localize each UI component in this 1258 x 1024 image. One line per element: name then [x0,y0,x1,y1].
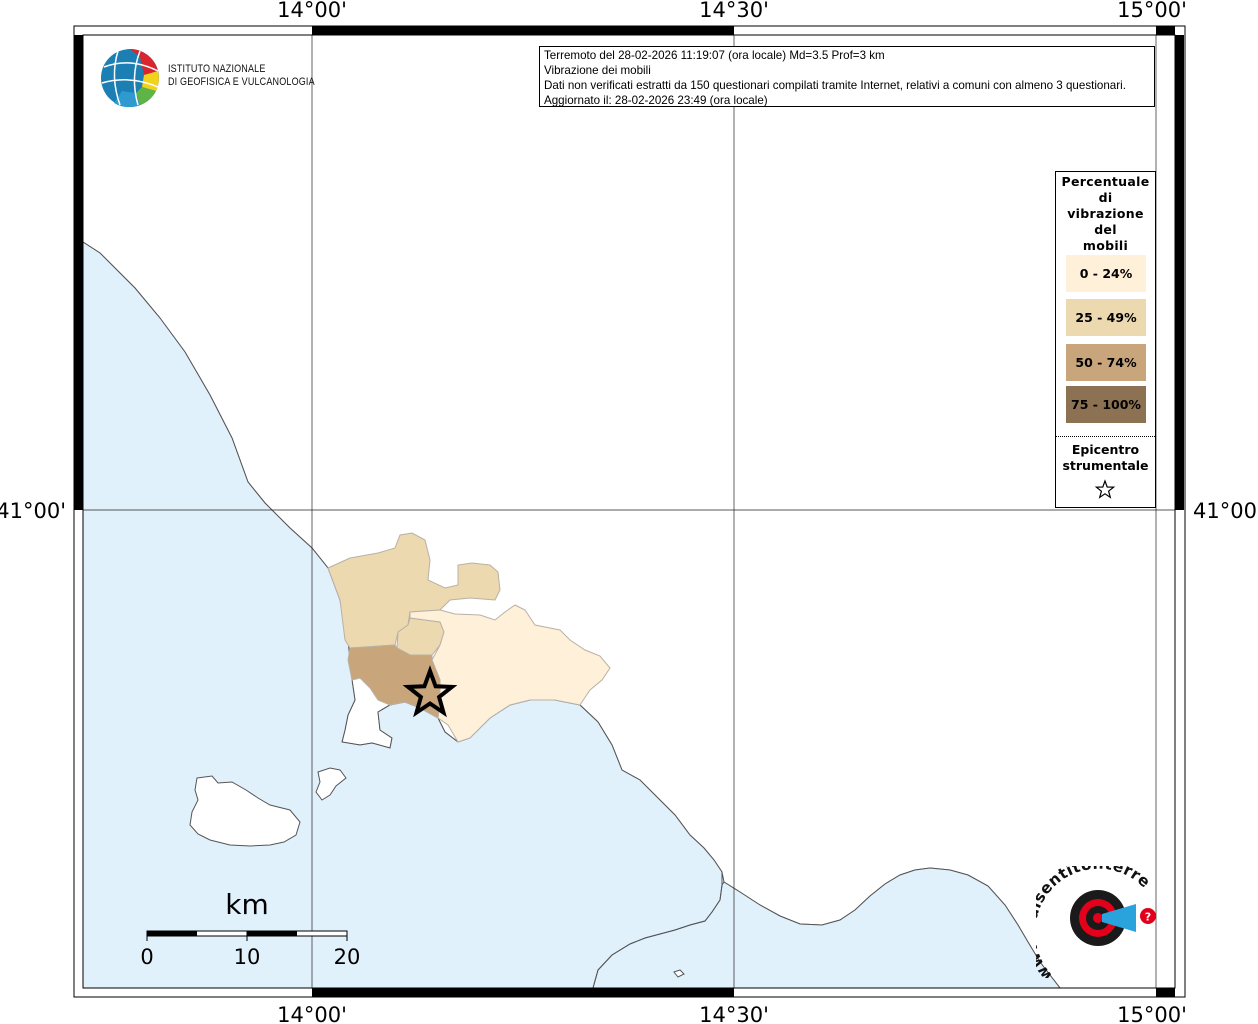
bottom-label-1: 14°00' [277,1003,347,1024]
top-label-3: 15°00' [1117,0,1187,22]
legend-class-50-74: 50 - 74% [1066,344,1146,381]
svg-text:?: ? [1145,911,1151,924]
ingv-name-line1: ISTITUTO NAZIONALE [168,63,266,75]
event-info-line4: Aggiornato il: 28-02-2026 23:49 (ora loc… [544,94,768,107]
ingv-name-line2: DI GEOFISICA E VULCANOLOGIA [168,76,315,88]
bottom-label-3: 15°00' [1117,1003,1187,1024]
scale-tick-0: 0 [140,945,153,969]
haisentito-logo: www.haisentitoilterremoto.it ? [1036,866,1156,978]
scale-tick-20: 20 [334,945,361,969]
right-label-1: 41°00' [1193,499,1258,523]
top-label-1: 14°00' [277,0,347,22]
legend-class-0-24: 0 - 24% [1066,255,1146,292]
legend-class-25-49: 25 - 49% [1066,299,1146,336]
left-label-1: 41°00' [0,499,66,523]
legend-title: Percentuale di vibrazione del mobili [1061,174,1150,253]
event-info-line3: Dati non verificati estratti da 150 ques… [544,79,1126,92]
legend-separator [1056,436,1155,437]
event-info-box: Terremoto del 28-02-2026 11:19:07 (ora l… [539,46,1155,107]
legend: Percentuale di vibrazione del mobili 0 -… [1055,171,1156,508]
ingv-logo: ISTITUTO NAZIONALE DI GEOFISICA E VULCAN… [100,47,315,109]
bottom-label-2: 14°30' [699,1003,769,1024]
globe-icon [101,49,159,108]
epicenter-label: Epicentro strumentale [1062,442,1149,473]
scale-title: km [225,888,269,921]
ingv-name: ISTITUTO NAZIONALE DI GEOFISICA E VULCAN… [168,63,315,89]
top-label-2: 14°30' [699,0,769,22]
legend-class-75-100: 75 - 100% [1066,386,1146,423]
scale-tick-10: 10 [234,945,261,969]
epicenter-star-icon [1094,479,1116,499]
event-info-line2: Vibrazione dei mobili [544,64,651,77]
event-info-line1: Terremoto del 28-02-2026 11:19:07 (ora l… [544,49,885,62]
